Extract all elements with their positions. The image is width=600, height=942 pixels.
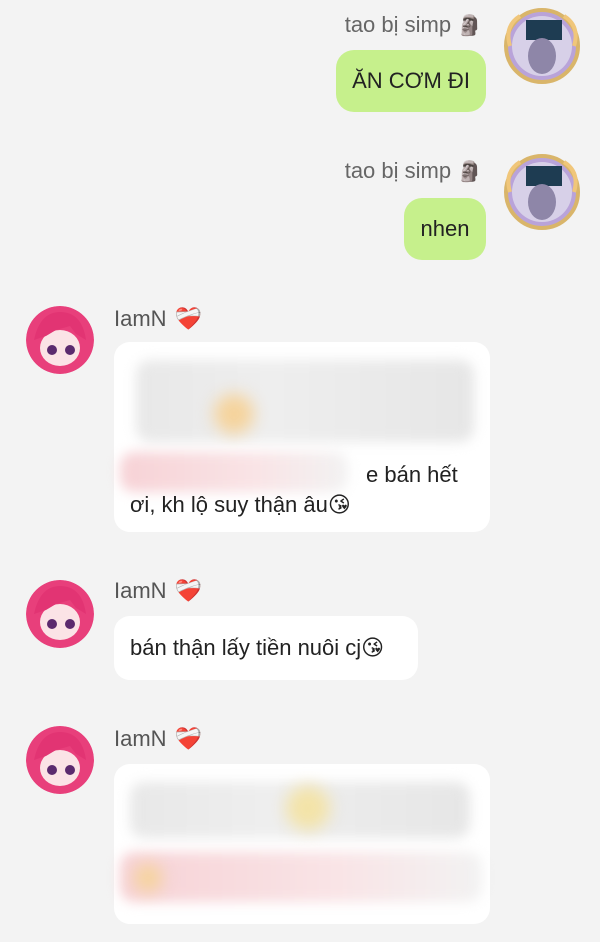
sender-name-text: tao bị simp — [344, 158, 452, 183]
user-avatar[interactable] — [502, 6, 582, 86]
message-bubble-incoming[interactable] — [114, 764, 490, 924]
kiss-emoji-icon: 😘 — [361, 635, 385, 660]
message-text: bán thận lấy tiền nuôi cj — [130, 635, 362, 660]
sender-name-text: IamN — [114, 578, 167, 603]
heart-badge-icon: ❤️‍🩹 — [174, 578, 202, 603]
redacted-content — [120, 852, 482, 902]
chat-view: tao bị simp 🗿 ĂN CƠM ĐI tao bị simp 🗿 nh… — [0, 0, 600, 942]
sender-name-text: tao bị simp — [344, 12, 452, 37]
sender-name: IamN ❤️‍🩹 — [114, 726, 202, 752]
moai-emoji-icon: 🗿 — [457, 160, 482, 183]
moai-emoji-icon: 🗿 — [457, 14, 482, 37]
redacted-emoji — [134, 864, 162, 892]
message-text-line: e bán hết — [366, 462, 458, 488]
message-bubble-incoming[interactable]: bán thận lấy tiền nuôi cj 😘 — [114, 616, 418, 680]
sender-name-text: IamN — [114, 306, 167, 331]
message-text: ĂN CƠM ĐI — [352, 68, 470, 93]
heart-badge-icon: ❤️‍🩹 — [174, 306, 202, 331]
redacted-emoji — [214, 394, 254, 434]
contact-avatar[interactable] — [26, 306, 94, 374]
message-bubble-outgoing[interactable]: ĂN CƠM ĐI — [336, 50, 486, 112]
heart-badge-icon: ❤️‍🩹 — [174, 726, 202, 751]
contact-avatar[interactable] — [26, 580, 94, 648]
kiss-emoji-icon: 😘 — [327, 492, 351, 517]
sender-name: tao bị simp 🗿 — [345, 12, 482, 38]
message-text-line: ơi, kh lộ suy thận âu😘 — [130, 492, 351, 518]
user-avatar[interactable] — [502, 152, 582, 232]
redacted-emoji — [286, 786, 330, 830]
sender-name-text: IamN — [114, 726, 167, 751]
message-bubble-outgoing[interactable]: nhen — [404, 198, 486, 260]
message-text: e bán hết — [366, 462, 458, 487]
sender-name: IamN ❤️‍🩹 — [114, 578, 202, 604]
message-bubble-incoming[interactable]: e bán hết ơi, kh lộ suy thận âu😘 — [114, 342, 490, 532]
message-text: nhen — [420, 216, 470, 241]
sender-name: IamN ❤️‍🩹 — [114, 306, 202, 332]
message-text: ơi, kh lộ suy thận âu — [130, 492, 328, 517]
redacted-content — [136, 360, 474, 442]
sender-name: tao bị simp 🗿 — [345, 158, 482, 184]
redacted-content — [120, 452, 348, 492]
contact-avatar[interactable] — [26, 726, 94, 794]
